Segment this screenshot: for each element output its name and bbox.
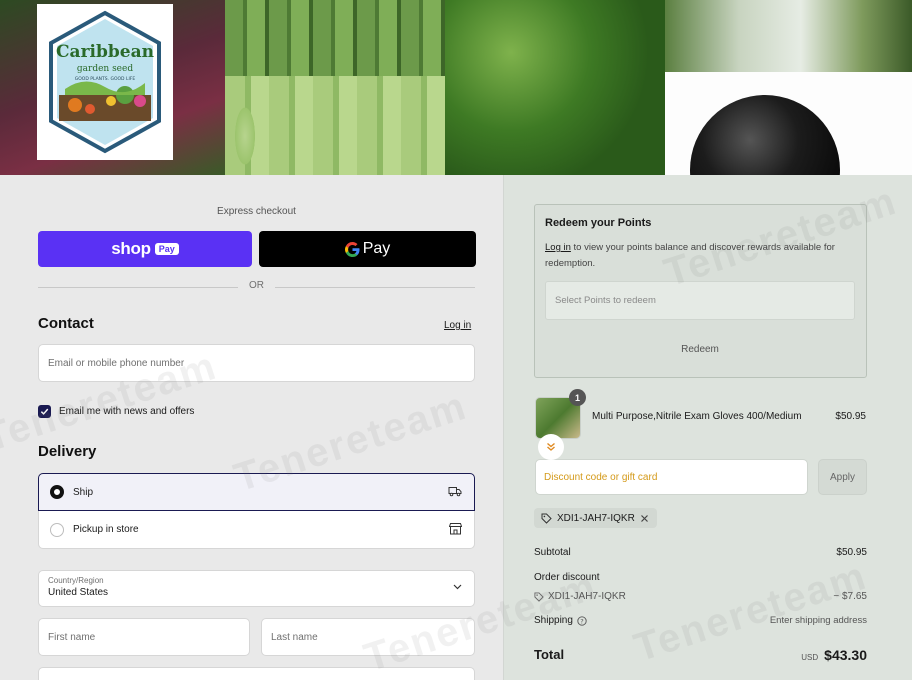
- shop-pay-button[interactable]: shop Pay: [38, 231, 252, 267]
- expand-badge[interactable]: [538, 434, 564, 460]
- google-pay-button[interactable]: Pay: [259, 231, 476, 267]
- shipping-row: Shipping ? Enter shipping address: [534, 615, 867, 626]
- total-label: Total: [534, 647, 565, 662]
- contact-heading: Contact: [38, 315, 94, 332]
- quantity-badge: 1: [569, 389, 586, 406]
- newsletter-checkbox[interactable]: [38, 404, 51, 418]
- delivery-option-pickup[interactable]: Pickup in store: [38, 511, 475, 549]
- applied-code: XDI1-JAH7-IQKR: [557, 512, 635, 524]
- tag-icon: [534, 591, 544, 602]
- order-discount-row: Order discount: [534, 572, 867, 583]
- shipping-label: Shipping: [534, 615, 573, 626]
- tag-icon: [541, 513, 552, 524]
- google-pay-label: Pay: [362, 240, 391, 257]
- close-icon[interactable]: [640, 514, 649, 523]
- google-g-icon: [344, 241, 360, 257]
- total-row: Total USD $43.30: [534, 647, 867, 663]
- discount-value: − $7.65: [833, 591, 867, 602]
- express-checkout-label: Express checkout: [217, 206, 296, 217]
- svg-text:?: ?: [580, 617, 583, 625]
- shop-pay-wordmark: shop: [111, 239, 151, 258]
- store-logo[interactable]: Caribbean garden seed GOOD PLANTS. GOOD …: [37, 4, 173, 160]
- or-label: OR: [249, 280, 264, 291]
- last-name-field[interactable]: Last name: [261, 618, 475, 656]
- chevron-down-icon: [453, 584, 462, 590]
- delivery-heading: Delivery: [38, 443, 97, 460]
- divider-line: [275, 287, 475, 288]
- discount-code-input[interactable]: Discount code or gift card: [535, 459, 808, 495]
- checkout-form: Express checkout shop Pay Pay OR Contact…: [0, 175, 503, 680]
- store-banner: Caribbean garden seed GOOD PLANTS. GOOD …: [0, 0, 912, 175]
- banner-photo-vines: [445, 0, 665, 175]
- discount-code-label: XDI1-JAH7-IQKR: [548, 591, 626, 602]
- redeem-description: Log in to view your points balance and d…: [545, 240, 860, 272]
- subtotal-value: $50.95: [836, 547, 867, 558]
- country-label: Country/Region: [48, 576, 104, 585]
- total-value: $43.30: [824, 647, 867, 663]
- ship-radio[interactable]: [50, 485, 64, 499]
- product-price: $50.95: [835, 411, 866, 422]
- contact-login-link[interactable]: Log in: [444, 320, 471, 331]
- discount-code-row: XDI1-JAH7-IQKR − $7.65: [534, 591, 867, 602]
- order-summary-panel: Redeem your Points Log in to view your p…: [503, 175, 912, 680]
- logo-brand-text: Caribbean: [56, 42, 154, 62]
- or-divider: OR: [38, 280, 475, 294]
- newsletter-option[interactable]: Email me with news and offers: [38, 404, 194, 418]
- redeem-points-box: Redeem your Points Log in to view your p…: [534, 204, 867, 378]
- redeem-description-text: to view your points balance and discover…: [545, 242, 835, 269]
- checkmark-icon: [40, 408, 49, 415]
- banner-photo-melons: [665, 0, 912, 72]
- first-name-field[interactable]: First name: [38, 618, 250, 656]
- shop-pay-pill: Pay: [154, 243, 179, 255]
- delivery-option-ship[interactable]: Ship: [38, 473, 475, 511]
- subtotal-label: Subtotal: [534, 547, 571, 558]
- order-discount-label: Order discount: [534, 572, 600, 583]
- double-chevron-down-icon: [547, 442, 555, 451]
- redeem-login-link[interactable]: Log in: [545, 242, 571, 253]
- redeem-button[interactable]: Redeem: [545, 337, 855, 361]
- info-icon[interactable]: ?: [577, 615, 587, 626]
- country-select[interactable]: Country/Region United States: [38, 570, 475, 607]
- total-amount-group: USD $43.30: [801, 647, 867, 663]
- shipping-value: Enter shipping address: [769, 615, 867, 626]
- points-select[interactable]: Select Points to redeem: [545, 281, 855, 320]
- banner-photo-zucchini: [225, 76, 445, 175]
- subtotal-row: Subtotal $50.95: [534, 547, 867, 558]
- truck-icon: [448, 487, 462, 497]
- banner-photo-cucumbers: [225, 0, 445, 76]
- newsletter-label: Email me with news and offers: [59, 405, 195, 417]
- apply-button[interactable]: Apply: [818, 459, 867, 495]
- redeem-title: Redeem your Points: [545, 217, 652, 229]
- email-field[interactable]: Email or mobile phone number: [38, 344, 475, 382]
- store-icon: [449, 523, 462, 535]
- address-field[interactable]: [38, 667, 475, 680]
- logo-subtitle-text: garden seed: [77, 64, 133, 74]
- country-value: United States: [48, 587, 109, 598]
- ship-label: Ship: [73, 486, 94, 498]
- logo-tagline-text: GOOD PLANTS. GOOD LIFE: [75, 76, 136, 82]
- pickup-radio[interactable]: [50, 522, 64, 537]
- total-currency: USD: [801, 653, 819, 662]
- applied-discount-chip: XDI1-JAH7-IQKR: [534, 508, 657, 528]
- pickup-label: Pickup in store: [73, 524, 139, 535]
- product-name: Multi Purpose,Nitrile Exam Gloves 400/Me…: [592, 411, 802, 422]
